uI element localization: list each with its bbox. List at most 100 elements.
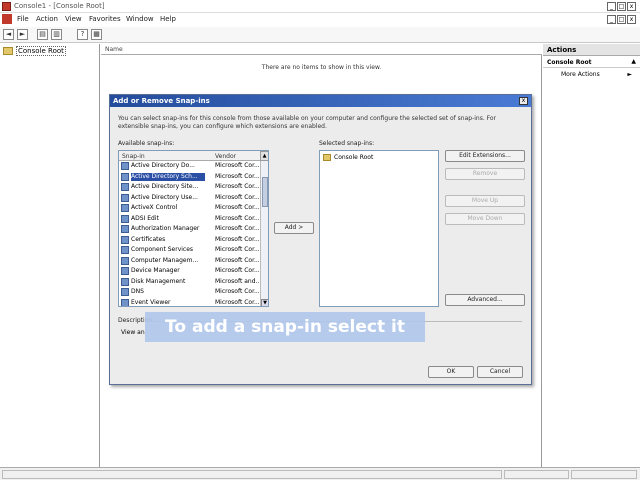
empty-view-message: There are no items to show in this view.	[261, 64, 382, 71]
close-window-button[interactable]: x	[627, 2, 636, 11]
menu-window[interactable]: Window	[126, 15, 154, 23]
snapin-row[interactable]: Computer Managem... Microsoft Cor...	[119, 256, 260, 266]
available-list-header: Snap-in Vendor	[119, 151, 260, 161]
snapin-vendor: Microsoft Cor...	[215, 298, 259, 306]
vendor-column-header[interactable]: Vendor	[215, 153, 236, 160]
forward-arrow-icon[interactable]: ►	[17, 29, 28, 40]
selected-snapins-list[interactable]: Console Root	[319, 150, 439, 307]
snapin-column-header[interactable]: Snap-in	[122, 153, 145, 160]
snapin-name: ADSI Edit	[131, 214, 159, 222]
snapin-name: ActiveX Control	[131, 204, 178, 211]
snapin-name: Component Services	[131, 246, 194, 253]
snapin-name: Certificates	[131, 235, 166, 243]
snapin-vendor: Microsoft Cor...	[215, 193, 259, 201]
folder-icon	[3, 47, 13, 55]
back-arrow-icon[interactable]: ◄	[3, 29, 14, 40]
snapin-row[interactable]: Certificates Microsoft Cor...	[119, 235, 260, 245]
description-text: View an	[121, 329, 145, 336]
help-icon[interactable]: ?	[77, 29, 88, 40]
restore-console-button[interactable]: □	[617, 15, 626, 24]
move-up-button[interactable]: Move Up	[445, 195, 525, 207]
snapin-name: Event Viewer	[131, 298, 171, 306]
actions-section-console-root[interactable]: Console Root ▲	[543, 56, 640, 68]
snapin-vendor: Microsoft and...	[215, 277, 259, 285]
snapin-row[interactable]: ADSI Edit Microsoft Cor...	[119, 214, 260, 224]
maximize-window-button[interactable]: □	[617, 2, 626, 11]
snapin-icon	[121, 235, 129, 244]
snapin-row[interactable]: Authorization Manager Microsoft Cor...	[119, 224, 260, 234]
snapin-icon	[121, 214, 129, 223]
snapin-row[interactable]: Active Directory Site... Microsoft Cor...	[119, 182, 260, 192]
mmc-app-icon	[2, 2, 11, 11]
snapin-icon	[121, 225, 129, 233]
cancel-button[interactable]: Cancel	[477, 366, 523, 378]
snapins-scrollbar[interactable]: ▼	[260, 161, 268, 306]
snapin-icon	[121, 172, 129, 181]
snapin-vendor: Microsoft Cor...	[215, 288, 259, 295]
snapin-name: Active Directory Use...	[131, 193, 198, 201]
snapin-vendor: Microsoft Cor...	[215, 214, 259, 222]
snapin-vendor: Microsoft Cor...	[215, 235, 259, 243]
menu-view[interactable]: View	[65, 15, 82, 23]
remove-button[interactable]: Remove	[445, 168, 525, 180]
snapin-name: Active Directory Sch...	[131, 172, 205, 181]
snapin-row[interactable]: DNS Microsoft Cor...	[119, 287, 260, 297]
dialog-description: You can select snap-ins for this console…	[118, 115, 497, 130]
console-document-icon[interactable]	[2, 14, 12, 24]
snapin-vendor: Microsoft Cor...	[215, 267, 259, 274]
snapin-icon	[121, 288, 129, 296]
collapse-arrow-icon: ▲	[631, 58, 636, 65]
snapin-row-selected[interactable]: Active Directory Sch... Microsoft Cor...	[119, 172, 260, 182]
close-console-button[interactable]: x	[627, 15, 636, 24]
available-snapins-list[interactable]: Snap-in Vendor ▲ Active Directory Do... M…	[118, 150, 269, 307]
snapin-vendor: Microsoft Cor...	[215, 172, 259, 180]
console-tree-pane: Console Root	[0, 44, 100, 467]
snapin-row[interactable]: Active Directory Use... Microsoft Cor...	[119, 193, 260, 203]
properties-icon[interactable]: ▥	[51, 29, 62, 40]
window-titlebar: Console1 - [Console Root] _ □ x	[0, 0, 640, 13]
dialog-close-button[interactable]: x	[519, 97, 528, 105]
snapin-vendor: Microsoft Cor...	[215, 183, 259, 190]
actions-section-label: Console Root	[547, 59, 592, 66]
actions-header: Actions	[543, 44, 640, 56]
snapin-row[interactable]: Active Directory Do... Microsoft Cor...	[119, 161, 260, 171]
name-column-header[interactable]: Name	[101, 44, 542, 55]
ok-button[interactable]: OK	[428, 366, 474, 378]
minimize-window-button[interactable]: _	[607, 2, 616, 11]
selected-item-label: Console Root	[334, 154, 374, 161]
move-down-button[interactable]: Move Down	[445, 213, 525, 225]
snapin-icon	[121, 204, 129, 212]
snapin-row[interactable]: ActiveX Control Microsoft Cor...	[119, 203, 260, 213]
snapin-name: Active Directory Site...	[131, 183, 199, 190]
tree-node-label: Console Root	[16, 46, 66, 56]
show-hide-tree-icon[interactable]: ▤	[37, 29, 48, 40]
menu-file[interactable]: File	[17, 15, 29, 23]
snapin-icon	[121, 298, 129, 306]
snapin-row[interactable]: Event Viewer Microsoft Cor...	[119, 298, 260, 306]
snapin-row[interactable]: Component Services Microsoft Cor...	[119, 245, 260, 255]
minimize-console-button[interactable]: _	[607, 15, 616, 24]
snapin-vendor: Microsoft Cor...	[215, 225, 259, 232]
sort-arrow-icon[interactable]: ▲	[260, 151, 268, 161]
tree-node-console-root[interactable]: Console Root	[3, 46, 66, 56]
snapin-icon	[121, 162, 129, 170]
show-hide-action-pane-icon[interactable]: ▦	[91, 29, 102, 40]
menu-help[interactable]: Help	[160, 15, 176, 23]
add-snapin-button[interactable]: Add >	[274, 222, 314, 234]
status-segment-3	[571, 470, 637, 479]
more-actions-item[interactable]: More Actions ►	[543, 68, 640, 78]
snapin-name: Active Directory Do...	[131, 162, 195, 169]
selected-console-root[interactable]: Console Root	[323, 154, 373, 161]
menu-action[interactable]: Action	[36, 15, 58, 23]
advanced-button[interactable]: Advanced...	[445, 294, 525, 306]
snapin-icon	[121, 246, 129, 254]
snapin-name: Disk Management	[131, 277, 186, 285]
scroll-down-arrow-icon[interactable]: ▼	[261, 299, 268, 306]
scrollbar-thumb[interactable]	[262, 177, 268, 207]
snapin-name: Authorization Manager	[131, 225, 200, 232]
snapin-row[interactable]: Device Manager Microsoft Cor...	[119, 266, 260, 276]
edit-extensions-button[interactable]: Edit Extensions...	[445, 150, 525, 162]
menu-favorites[interactable]: Favorites	[89, 15, 121, 23]
snapin-row[interactable]: Disk Management Microsoft and...	[119, 277, 260, 287]
snapin-name: Device Manager	[131, 267, 180, 274]
